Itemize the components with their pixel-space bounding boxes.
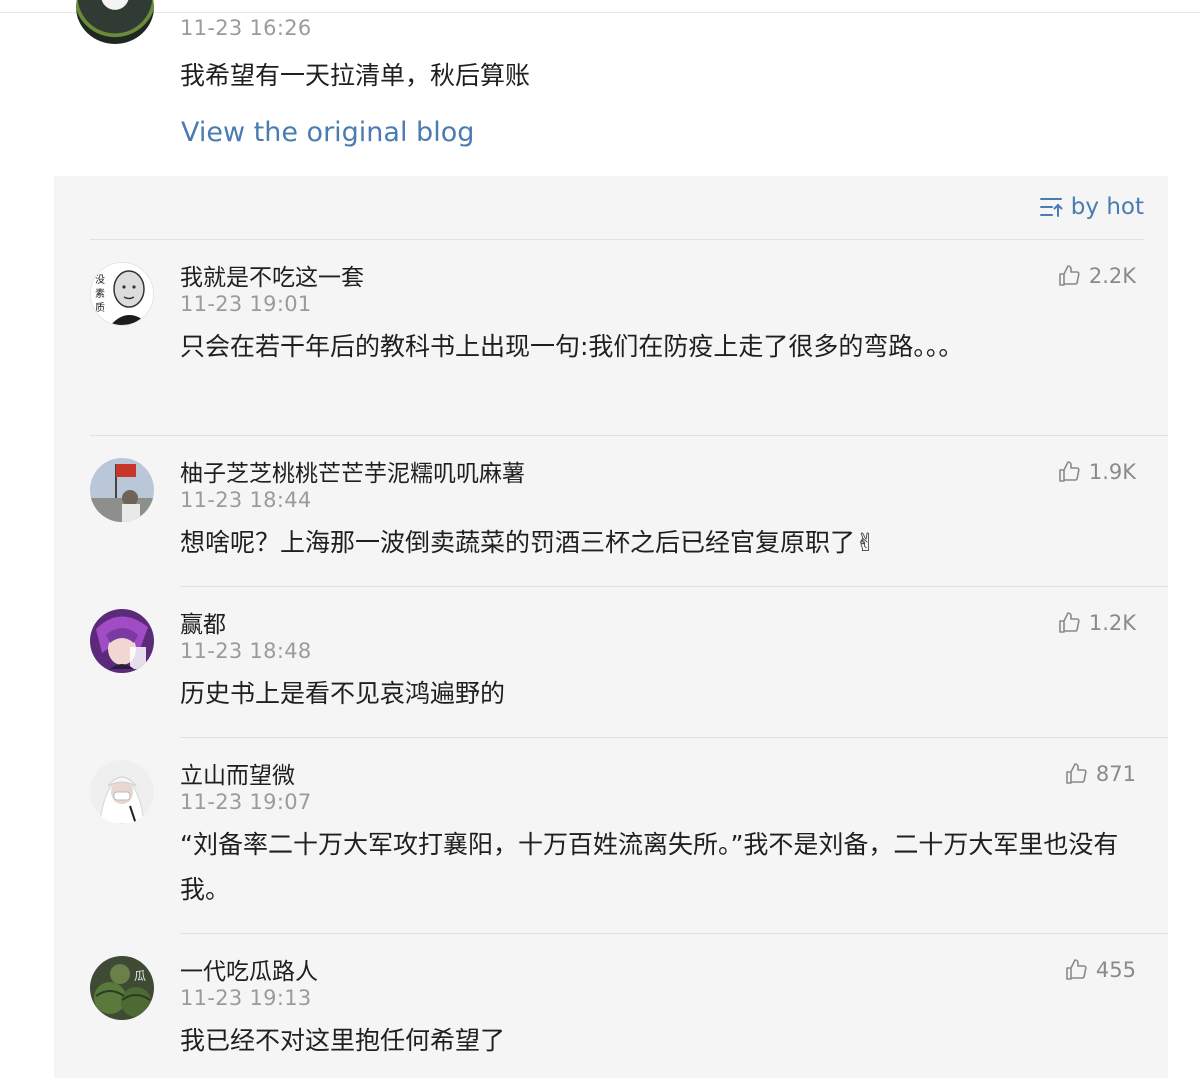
- commenter-avatar[interactable]: [90, 609, 154, 673]
- comment-text: 历史书上是看不见哀鸿遍野的: [180, 679, 506, 708]
- like-button[interactable]: 1.9K: [1057, 460, 1136, 484]
- svg-text:质: 质: [95, 302, 105, 314]
- comment-timestamp: 11-23 19:07: [180, 790, 312, 814]
- masked-person-avatar-icon: [90, 760, 154, 824]
- comment-text: 只会在若干年后的教科书上出现一句:我们在防疫上走了很多的弯路。。。: [180, 332, 964, 361]
- comment-timestamp: 11-23 18:44: [180, 488, 312, 512]
- comment-timestamp: 11-23 18:48: [180, 639, 312, 663]
- like-count: 2.2K: [1088, 264, 1136, 288]
- commenter-name[interactable]: 我就是不吃这一套: [180, 258, 364, 292]
- commenter-name[interactable]: 赢都: [180, 605, 226, 639]
- like-button[interactable]: 455: [1064, 958, 1136, 982]
- commenter-name[interactable]: 柚子芝芝桃桃芒芒芋泥糯叽叽麻薯: [180, 454, 525, 488]
- thumbs-up-icon: [1059, 265, 1080, 286]
- comments-panel: by hot 没 素 质 我就是不吃这一套 11-23 19:01 只会在若干年…: [54, 176, 1168, 1078]
- like-count: 455: [1095, 958, 1136, 982]
- commenter-avatar[interactable]: [90, 458, 154, 522]
- thumbs-up-icon: [1059, 612, 1080, 633]
- sort-by-hot-button[interactable]: by hot: [1039, 194, 1144, 220]
- comment-divider: [90, 435, 1168, 436]
- commenter-name[interactable]: 一代吃瓜路人: [180, 952, 318, 986]
- comment-text: “刘备率二十万大军攻打襄阳，十万百姓流离失所。”我不是刘备，二十万大军里也没有我…: [180, 830, 1119, 904]
- comment-divider: [180, 737, 1168, 738]
- meme-face-avatar-icon: 没 素 质: [91, 263, 153, 325]
- like-button[interactable]: 1.2K: [1057, 611, 1136, 635]
- watermelon-avatar-icon: 瓜: [90, 956, 154, 1020]
- commenter-avatar[interactable]: 没 素 质: [90, 262, 154, 326]
- svg-text:素: 素: [95, 287, 105, 300]
- comment-item: 赢都 11-23 18:48 历史书上是看不见哀鸿遍野的 1.2K: [54, 605, 1168, 738]
- comment-text: 我已经不对这里抱任何希望了: [180, 1026, 506, 1055]
- like-button[interactable]: 871: [1064, 762, 1136, 786]
- top-divider: [0, 12, 1200, 13]
- post-text: 我希望有一天拉清单，秋后算账: [180, 61, 531, 90]
- like-count: 871: [1095, 762, 1136, 786]
- comment-text: 想啥呢？上海那一波倒卖蔬菜的罚酒三杯之后已经官复原职了✌: [180, 528, 876, 557]
- like-button[interactable]: 2.2K: [1057, 264, 1136, 288]
- commenter-avatar[interactable]: [90, 760, 154, 824]
- panel-divider: [90, 239, 1144, 240]
- commenter-name[interactable]: 立山而望微: [180, 756, 295, 790]
- comment-divider: [180, 933, 1168, 934]
- thumbs-up-icon: [1059, 461, 1080, 482]
- like-count: 1.9K: [1088, 460, 1136, 484]
- comment-timestamp: 11-23 19:01: [180, 292, 312, 316]
- svg-text:没: 没: [95, 274, 105, 286]
- svg-text:瓜: 瓜: [134, 969, 146, 983]
- comment-item: 柚子芝芝桃桃芒芒芋泥糯叽叽麻薯 11-23 18:44 想啥呢？上海那一波倒卖蔬…: [54, 454, 1168, 587]
- comment-item: 瓜 一代吃瓜路人 11-23 19:13 我已经不对这里抱任何希望了 455: [54, 952, 1168, 1078]
- sort-label: by hot: [1070, 194, 1144, 220]
- comment-timestamp: 11-23 19:13: [180, 986, 312, 1010]
- anime-character-avatar-icon: [90, 609, 154, 673]
- sort-lines-icon: [1039, 198, 1063, 217]
- thumbs-up-icon: [1066, 763, 1087, 784]
- post-author-avatar[interactable]: [76, 0, 154, 44]
- view-original-blog-link[interactable]: View the original blog: [181, 117, 474, 148]
- post-timestamp: 11-23 16:26: [180, 16, 312, 40]
- like-count: 1.2K: [1088, 611, 1136, 635]
- commenter-avatar[interactable]: 瓜: [90, 956, 154, 1020]
- comment-item: 立山而望微 11-23 19:07 “刘备率二十万大军攻打襄阳，十万百姓流离失所…: [54, 756, 1168, 934]
- comment-item: 没 素 质 我就是不吃这一套 11-23 19:01 只会在若干年后的教科书上出…: [54, 258, 1168, 436]
- flag-photo-avatar-icon: [90, 458, 154, 522]
- comment-divider: [180, 586, 1168, 587]
- thumbs-up-icon: [1066, 959, 1087, 980]
